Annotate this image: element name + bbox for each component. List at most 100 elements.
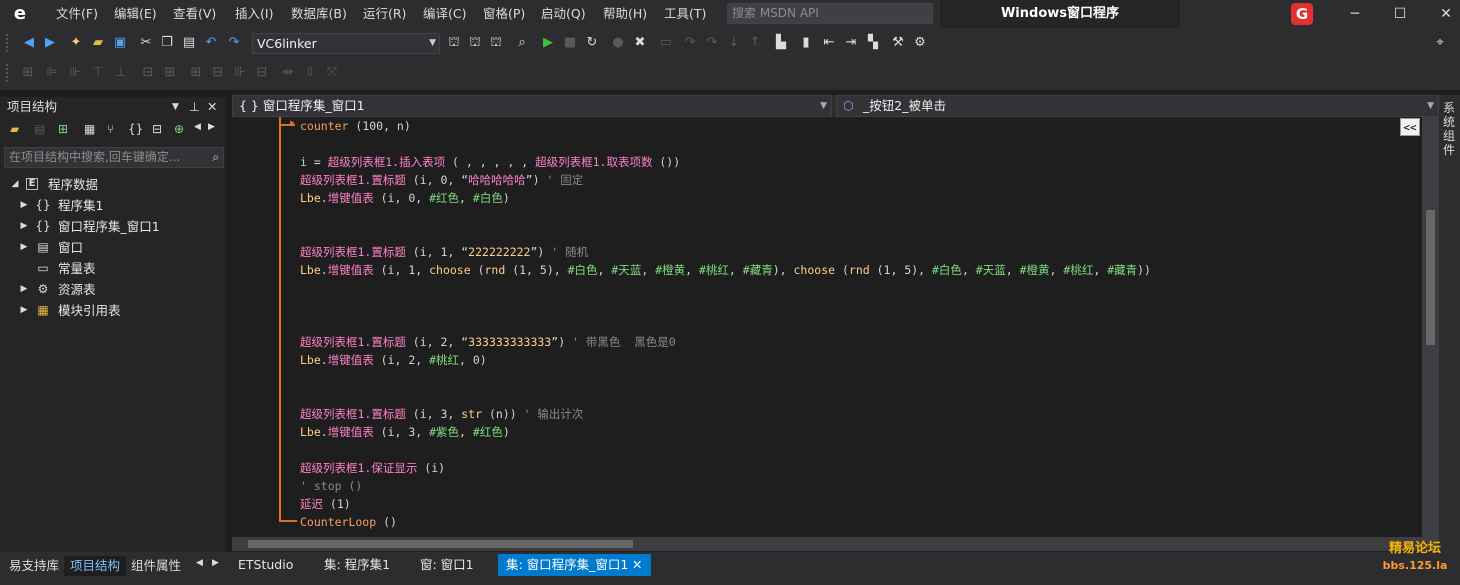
wrench-icon[interactable]: ⚒ <box>888 28 908 58</box>
space-v-icon[interactable]: ⊞ <box>160 58 180 88</box>
tree-item-assembly1[interactable]: ▶ {} 程序集1 <box>0 195 225 216</box>
menu-compile[interactable]: 编译(C) <box>417 0 472 28</box>
pin-icon[interactable]: ⊥ <box>189 97 200 117</box>
scroll-right-icon[interactable]: ▶ <box>208 122 215 132</box>
back-icon[interactable]: ◀ <box>19 28 39 58</box>
code-line[interactable]: 超级列表框1.置标题 (i, 2, “333333333333”) ' 带黑色 … <box>300 333 676 351</box>
step-into-icon[interactable]: ↓ <box>724 28 744 58</box>
minimize-button[interactable]: ─ <box>1332 0 1378 28</box>
menu-tools[interactable]: 工具(T) <box>658 0 712 28</box>
g-badge-icon[interactable]: G <box>1291 3 1313 25</box>
step-over-icon[interactable]: ↷ <box>680 28 700 58</box>
run-icon[interactable]: ▶ <box>538 28 558 58</box>
align-bottom-icon[interactable]: ⊥ <box>111 58 131 88</box>
bookmark-icon[interactable]: ▮ <box>796 28 816 58</box>
clear-breakpoints-icon[interactable]: ✖ <box>630 28 650 58</box>
align-grid-icon[interactable]: ⊞ <box>18 58 38 88</box>
close-tab-icon[interactable]: ✕ <box>632 554 642 576</box>
linker-config-select[interactable]: VC6linker ▼ <box>252 33 440 54</box>
add-sub-icon[interactable]: ⑂ <box>107 122 114 136</box>
scope-select[interactable]: { } 窗口程序集_窗口1 ▼ <box>232 95 832 117</box>
breakpoint-icon[interactable]: ● <box>608 28 628 58</box>
code-line[interactable]: Lbe.增键值表 (i, 2, #桃红, 0) <box>300 351 487 369</box>
align-top-icon[interactable]: ⊤ <box>88 58 108 88</box>
same-size-icon[interactable]: ⤧ <box>322 58 342 88</box>
tree-item-constants[interactable]: ▭ 常量表 <box>0 258 225 279</box>
pin-icon[interactable]: ⌖ <box>1430 28 1450 58</box>
step-out-icon[interactable]: ↑ <box>745 28 765 58</box>
add-program-icon[interactable]: ⊞ <box>58 122 68 136</box>
method-select[interactable]: ⬡ _按钮2_被单击 ▼ <box>836 95 1439 117</box>
tab-window-assembly[interactable]: 集: 窗口程序集_窗口1 ✕ <box>498 554 651 576</box>
align-left-icon[interactable]: ⊫ <box>42 58 62 88</box>
scroll-left-icon[interactable]: ◀ <box>194 122 201 132</box>
distribute-v-icon[interactable]: ⊟ <box>208 58 228 88</box>
code-line[interactable]: i = 超级列表框1.插入表项 ( , , , , , 超级列表框1.取表项数 … <box>300 153 680 171</box>
cut-icon[interactable]: ✂ <box>136 28 156 58</box>
tab-support-library[interactable]: 易支持库 <box>3 556 65 576</box>
copy-icon[interactable]: ❐ <box>157 28 177 58</box>
expand-arrow-icon[interactable]: ▶ <box>19 195 29 216</box>
tab-project-structure[interactable]: 项目结构 <box>64 556 127 576</box>
code-line[interactable]: 延迟 (1) <box>300 495 351 513</box>
menu-edit[interactable]: 编辑(E) <box>108 0 163 28</box>
menu-database[interactable]: 数据库(B) <box>285 0 353 28</box>
collapse-button[interactable]: << <box>1400 118 1420 136</box>
expand-arrow-icon[interactable]: ▶ <box>19 279 29 300</box>
step-icon[interactable]: ▭ <box>656 28 676 58</box>
menu-insert[interactable]: 插入(I) <box>229 0 279 28</box>
code-line[interactable]: counter (100, n) <box>300 117 411 135</box>
bookmark-clear-icon[interactable]: ▚ <box>863 28 883 58</box>
code-editor[interactable]: ▶ counter (100, n) i = 超级列表框1.插入表项 ( , , … <box>232 117 1422 537</box>
same-height-icon[interactable]: ⇳ <box>300 58 320 88</box>
msdn-search-input[interactable]: 搜索 MSDN API <box>727 3 933 24</box>
menu-help[interactable]: 帮助(H) <box>597 0 653 28</box>
distribute-h-icon[interactable]: ⊞ <box>186 58 206 88</box>
open-folder-icon[interactable]: ▰ <box>88 28 108 58</box>
code-line[interactable]: 超级列表框1.置标题 (i, 3, str (n)) ' 输出计次 <box>300 405 583 423</box>
find-icon[interactable]: ⌕ <box>512 28 532 58</box>
redo-icon[interactable]: ↷ <box>224 28 244 58</box>
close-button[interactable]: ✕ <box>1423 0 1460 28</box>
space-h-icon[interactable]: ⊟ <box>138 58 158 88</box>
project-search-input[interactable]: 在项目结构中搜索,回车键确定... ⌕ <box>4 147 224 168</box>
publish-icon[interactable]: ⛫ <box>486 28 506 58</box>
code-line[interactable]: 超级列表框1.置标题 (i, 0, “哈哈哈哈哈”) ' 固定 <box>300 171 583 189</box>
same-width-icon[interactable]: ⇹ <box>278 58 298 88</box>
tab-scroll-right-icon[interactable]: ▶ <box>212 558 219 568</box>
build-icon[interactable]: ⛫ <box>444 28 464 58</box>
add-resource-icon[interactable]: ⊕ <box>174 122 184 136</box>
close-icon[interactable]: ✕ <box>207 97 217 117</box>
tab-etstudio[interactable]: ETStudio <box>230 554 301 576</box>
code-line[interactable]: 超级列表框1.保证显示 (i) <box>300 459 445 477</box>
menu-run[interactable]: 运行(R) <box>357 0 412 28</box>
new-file-icon[interactable]: ✦ <box>66 28 86 58</box>
stop-icon[interactable]: ■ <box>560 28 580 58</box>
gear-icon[interactable]: ⚙ <box>910 28 930 58</box>
menu-launch[interactable]: 启动(Q) <box>535 0 592 28</box>
tab-assembly1[interactable]: 集: 程序集1 <box>316 554 398 576</box>
bookmark-next-icon[interactable]: ⇥ <box>841 28 861 58</box>
code-line[interactable]: Lbe.增键值表 (i, 1, choose (rnd (1, 5), #白色,… <box>300 261 1151 279</box>
search-icon[interactable]: ⌕ <box>212 148 219 167</box>
add-folder-icon[interactable]: ▰ <box>10 122 19 136</box>
center-v-icon[interactable]: ⊟ <box>252 58 272 88</box>
expand-arrow-icon[interactable]: ◢ <box>10 174 20 195</box>
menu-view[interactable]: 查看(V) <box>167 0 222 28</box>
menu-pane[interactable]: 窗格(P) <box>477 0 531 28</box>
add-window-icon[interactable]: ▦ <box>84 122 95 136</box>
restart-icon[interactable]: ↻ <box>582 28 602 58</box>
tab-window1[interactable]: 窗: 窗口1 <box>412 554 482 576</box>
tree-item-module-refs[interactable]: ▶ ▦ 模块引用表 <box>0 300 225 321</box>
horizontal-scroll-thumb[interactable] <box>248 540 633 548</box>
save-icon[interactable]: ▤ <box>34 122 45 136</box>
step-back-icon[interactable]: ↷ <box>702 28 722 58</box>
paste-icon[interactable]: ▤ <box>179 28 199 58</box>
tree-item-window-assembly[interactable]: ▶ {} 窗口程序集_窗口1 <box>0 216 225 237</box>
menu-file[interactable]: 文件(F) <box>50 0 104 28</box>
maximize-button[interactable]: ☐ <box>1377 0 1423 28</box>
expand-arrow-icon[interactable]: ▶ <box>19 216 29 237</box>
vertical-scroll-thumb[interactable] <box>1426 210 1435 345</box>
save-icon[interactable]: ▣ <box>110 28 130 58</box>
outline-icon[interactable]: ▙ <box>771 28 791 58</box>
